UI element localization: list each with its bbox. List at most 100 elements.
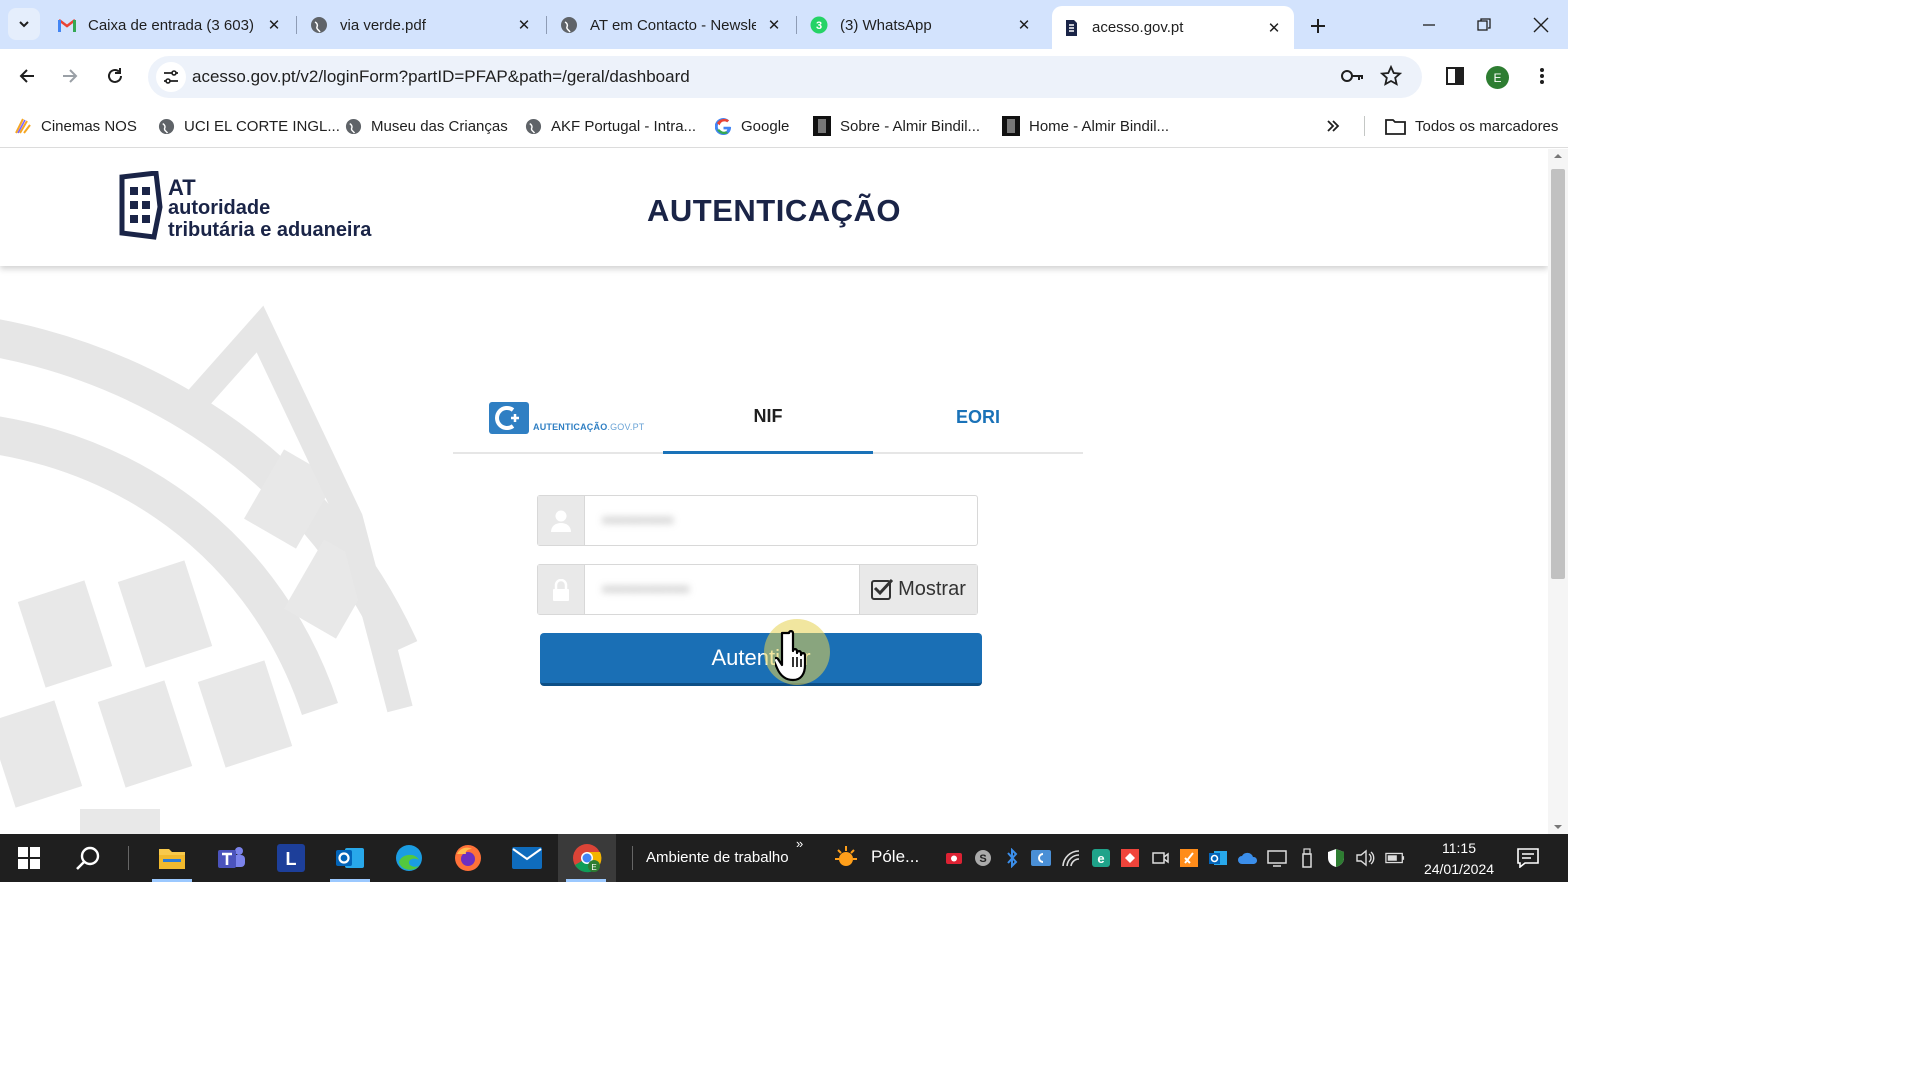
new-tab-button[interactable] (1304, 12, 1332, 40)
tab-whatsapp[interactable]: 3 (3) WhatsApp ✕ (800, 6, 1044, 44)
tab-nif[interactable]: NIF (663, 381, 873, 454)
scroll-down-icon[interactable] (1548, 820, 1568, 834)
bookmark-item[interactable]: Google (714, 114, 789, 138)
tray-autenticacao-icon[interactable] (1031, 848, 1051, 868)
more-bookmarks-button[interactable] (1326, 114, 1340, 138)
tray-app-e-icon[interactable]: e (1091, 848, 1111, 868)
close-window-button[interactable] (1526, 10, 1556, 40)
minimize-button[interactable] (1414, 10, 1444, 40)
bookmark-item[interactable]: Home - Almir Bindil... (1002, 114, 1169, 138)
bookmarks-bar: Cinemas NOS UCI EL CORTE INGL... Museu d… (0, 104, 1568, 148)
back-button[interactable] (12, 61, 42, 91)
tray-recorder-icon[interactable] (944, 848, 964, 868)
tray-skype-icon[interactable]: S (973, 848, 993, 868)
close-tab-icon[interactable]: ✕ (514, 15, 534, 35)
active-app-indicator (152, 879, 192, 882)
file-explorer-icon[interactable] (156, 842, 188, 874)
tray-outlook-icon[interactable] (1208, 848, 1228, 868)
system-clock[interactable]: 11:15 24/01/2024 (1414, 838, 1504, 880)
tab-search-button[interactable] (8, 8, 40, 40)
desktop-toolbar-label[interactable]: Ambiente de trabalho (646, 849, 789, 866)
tray-orange-app-icon[interactable] (1179, 848, 1199, 868)
bookmark-star-icon[interactable] (1379, 64, 1403, 92)
side-panel-button[interactable] (1440, 61, 1470, 91)
key-icon[interactable] (1340, 65, 1364, 92)
address-bar[interactable]: acesso.gov.pt/v2/loginForm?partID=PFAP&p… (148, 56, 1422, 98)
arrow-right-icon (63, 69, 78, 83)
bookmark-item[interactable]: AKF Portugal - Intra... (524, 114, 696, 138)
autenticacao-gov-label: AUTENTICAÇÃO.GOV.PT (533, 421, 645, 432)
tray-volume-icon[interactable] (1355, 848, 1375, 868)
scrollbar-thumb[interactable] (1551, 169, 1565, 579)
search-icon[interactable] (72, 842, 104, 874)
all-bookmarks-button[interactable]: Todos os marcadores (1384, 114, 1558, 138)
close-tab-icon[interactable]: ✕ (764, 15, 784, 35)
show-password-toggle[interactable]: Mostrar (859, 565, 977, 614)
chrome-icon[interactable]: E (571, 842, 603, 874)
bookmark-label: Google (741, 117, 790, 135)
outlook-icon[interactable] (334, 842, 366, 874)
bookmark-item[interactable]: Museu das Crianças (344, 114, 508, 138)
tab-separator (296, 16, 297, 34)
tray-anydesk-icon[interactable] (1120, 848, 1140, 868)
tray-wifi-icon[interactable] (1061, 848, 1081, 868)
tab-title: Caixa de entrada (3 603) (88, 16, 254, 34)
tray-display-icon[interactable] (1267, 848, 1287, 868)
notification-center-icon[interactable] (1512, 842, 1544, 874)
tab-eori[interactable]: EORI (873, 381, 1083, 454)
tab-title: via verde.pdf (340, 16, 426, 34)
svg-text:3: 3 (816, 20, 822, 32)
teams-icon[interactable] (215, 842, 247, 874)
site-info-icon[interactable] (156, 62, 186, 92)
l-app-icon[interactable]: L (275, 842, 307, 874)
tab-title: acesso.gov.pt (1092, 19, 1184, 36)
profile-avatar[interactable]: E (1486, 66, 1509, 89)
toolbar-chevron-icon[interactable]: » (796, 836, 803, 851)
bookmark-label: AKF Portugal - Intra... (551, 117, 697, 135)
bookmark-item[interactable]: Sobre - Almir Bindil... (813, 114, 980, 138)
password-input[interactable]: ••••••••••• Mostrar (537, 564, 978, 615)
globe-icon (310, 16, 328, 34)
checkbox-checked-icon (871, 578, 894, 600)
close-tab-icon[interactable]: ✕ (1014, 15, 1034, 35)
password-value[interactable]: ••••••••••• (585, 565, 859, 614)
tray-onedrive-icon[interactable] (1238, 848, 1258, 868)
active-app-indicator (330, 879, 370, 882)
menu-button[interactable] (1527, 61, 1557, 91)
bookmark-item[interactable]: Cinemas NOS (14, 114, 137, 138)
tab-gmail[interactable]: Caixa de entrada (3 603) ✕ (48, 6, 294, 44)
tray-bluetooth-icon[interactable] (1002, 848, 1022, 868)
page-title: AUTENTICAÇÃO (647, 193, 901, 228)
nif-input[interactable]: ••••••••• (537, 495, 978, 546)
tab-strip: Caixa de entrada (3 603) ✕ via verde.pdf… (0, 0, 1568, 49)
background-emblem-icon (0, 305, 418, 834)
weather-icon[interactable] (830, 842, 862, 874)
reload-button[interactable] (100, 61, 130, 91)
side-panel-icon (1446, 67, 1464, 85)
nif-value[interactable]: ••••••••• (585, 496, 977, 545)
firefox-icon[interactable] (452, 842, 484, 874)
tray-meet-icon[interactable] (1150, 848, 1170, 868)
bookmark-item[interactable]: UCI EL CORTE INGL... (157, 114, 340, 138)
site-icon (813, 116, 831, 136)
weather-label[interactable]: Póle... (871, 847, 919, 867)
windows-start-icon[interactable] (13, 842, 45, 874)
page-scrollbar[interactable] (1548, 149, 1568, 834)
close-tab-icon[interactable]: ✕ (1264, 18, 1284, 38)
tab-at-contacto[interactable]: AT em Contacto - Newsle ✕ (550, 6, 794, 44)
restore-button[interactable] (1469, 10, 1499, 40)
tab-via-verde[interactable]: via verde.pdf ✕ (300, 6, 544, 44)
tray-security-shield-icon[interactable] (1326, 848, 1346, 868)
close-tab-icon[interactable]: ✕ (264, 15, 284, 35)
tab-acesso-gov[interactable]: acesso.gov.pt ✕ (1052, 6, 1294, 49)
clock-date: 24/01/2024 (1423, 861, 1495, 877)
tab-autenticacao-gov[interactable]: AUTENTICAÇÃO.GOV.PT (453, 381, 663, 454)
edge-icon[interactable] (393, 842, 425, 874)
forward-button[interactable] (55, 61, 85, 91)
url-text[interactable]: acesso.gov.pt/v2/loginForm?partID=PFAP&p… (192, 67, 690, 87)
tray-battery-icon[interactable] (1385, 848, 1405, 868)
mail-icon[interactable] (511, 842, 543, 874)
authenticate-button[interactable]: Autenticar (540, 633, 982, 686)
tray-usb-icon[interactable] (1297, 848, 1317, 868)
scroll-up-icon[interactable] (1548, 149, 1568, 163)
